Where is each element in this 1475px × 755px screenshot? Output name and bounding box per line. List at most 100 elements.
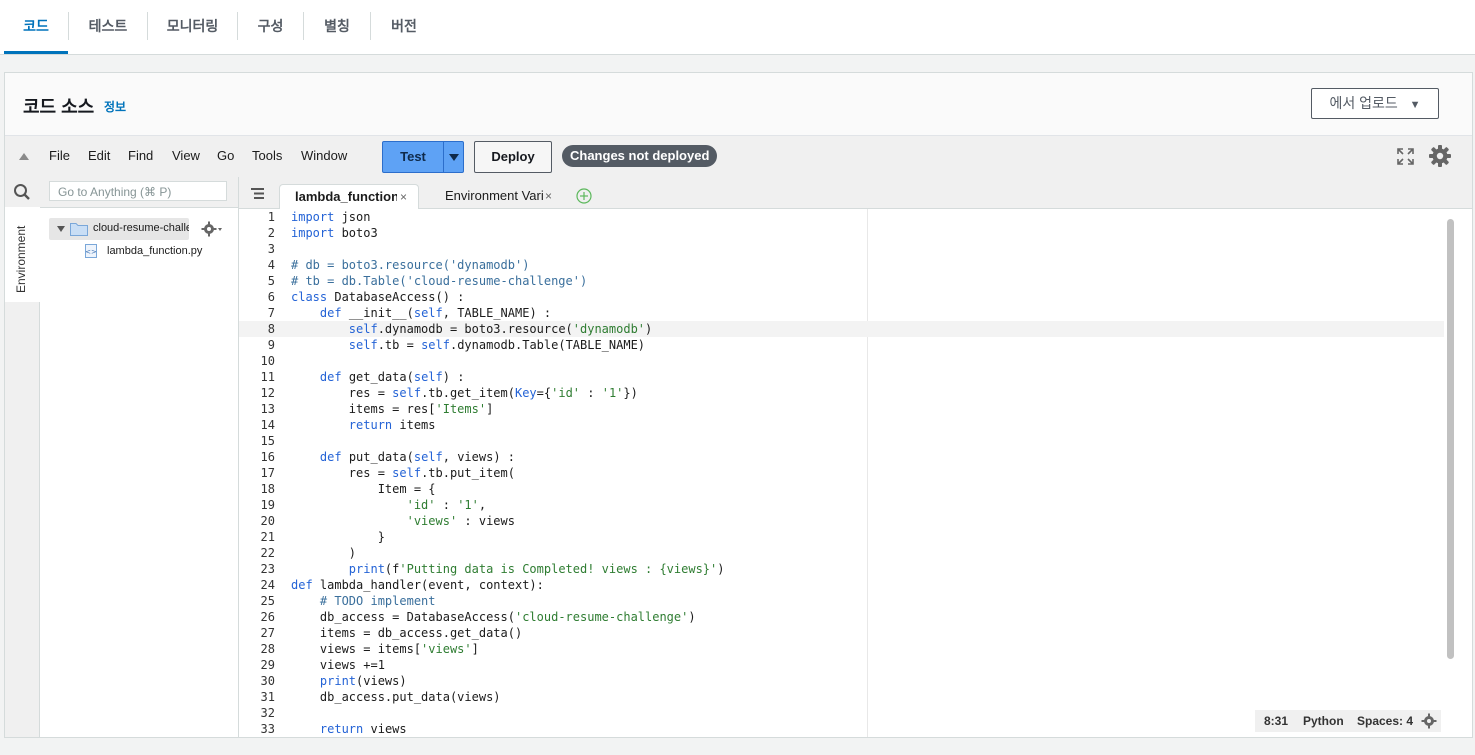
code-line[interactable]: 2 import boto3 — [239, 225, 1444, 241]
status-settings-gear-icon[interactable] — [1421, 713, 1437, 729]
code-line[interactable]: 27 items = db_access.get_data() — [239, 625, 1444, 641]
code-line[interactable]: 29 views +=1 — [239, 657, 1444, 673]
code-text: items = res['Items'] — [291, 402, 494, 416]
info-link[interactable]: 정보 — [104, 98, 126, 115]
menu-edit[interactable]: Edit — [88, 148, 110, 163]
close-icon[interactable]: × — [545, 184, 552, 208]
code-text: def put_data(self, views) : — [319, 450, 515, 464]
search-icon[interactable] — [13, 183, 31, 201]
code-line[interactable]: 25 # TODO implement — [239, 593, 1444, 609]
upload-from-button[interactable]: 에서 업로드 ▼ — [1311, 88, 1439, 119]
editor-tab[interactable]: Environment Vari × — [427, 184, 559, 208]
code-line[interactable]: 23 print(f'Putting data is Completed! vi… — [239, 561, 1444, 577]
tab-versions[interactable]: 버전 — [371, 0, 437, 52]
svg-text:<>: <> — [85, 248, 97, 256]
code-text: self.tb = self.dynamodb.Table(TABLE_NAME… — [348, 338, 646, 352]
folder-settings-gear-icon[interactable] — [201, 221, 223, 237]
code-text: print(views) — [319, 674, 407, 688]
tab-aliases[interactable]: 별칭 — [304, 0, 370, 52]
goto-row: Go to Anything (⌘ P) — [5, 177, 238, 208]
code-line[interactable]: 28 views = items['views'] — [239, 641, 1444, 657]
code-line[interactable]: 30 print(views) — [239, 673, 1444, 689]
code-text: class DatabaseAccess() : — [291, 290, 465, 304]
code-line[interactable]: 21 } — [239, 529, 1444, 545]
status-badge: Changes not deployed — [562, 145, 718, 167]
menu-go[interactable]: Go — [217, 148, 234, 163]
ide-toolbar: File Edit Find View Go Tools Window Test… — [5, 135, 1472, 178]
code-line[interactable]: 1 import json — [239, 209, 1444, 225]
code-line[interactable]: 8 self.dynamodb = boto3.resource('dynamo… — [239, 321, 1444, 337]
tab-code[interactable]: 코드 — [4, 0, 68, 54]
code-line[interactable]: 12 res = self.tb.get_item(Key={'id' : '1… — [239, 385, 1444, 401]
code-line[interactable]: 11 def get_data(self) : — [239, 369, 1444, 385]
code-line[interactable]: 9 self.tb = self.dynamodb.Table(TABLE_NA… — [239, 337, 1444, 353]
line-number: 21 — [260, 530, 275, 544]
line-number: 12 — [260, 386, 275, 400]
code-text: def lambda_handler(event, context): — [291, 578, 544, 592]
code-line[interactable]: 16 def put_data(self, views) : — [239, 449, 1444, 465]
code-text: def get_data(self) : — [319, 370, 465, 384]
code-text: db_access = DatabaseAccess('cloud-resume… — [291, 610, 696, 624]
code-line[interactable]: 10 — [239, 353, 1444, 369]
collapse-icon[interactable] — [18, 152, 30, 161]
list-icon[interactable] — [251, 188, 264, 199]
menu-view[interactable]: View — [172, 148, 200, 163]
panel-title: 코드 소스 — [23, 97, 95, 117]
code-line[interactable]: 19 'id' : '1', — [239, 497, 1444, 513]
close-icon[interactable]: × — [400, 185, 407, 209]
indent-setting[interactable]: Spaces: 4 — [1357, 714, 1413, 728]
line-number: 7 — [267, 306, 275, 320]
menu-file[interactable]: File — [49, 148, 70, 163]
environment-tab[interactable]: Environment — [5, 207, 40, 302]
menu-find[interactable]: Find — [128, 148, 153, 163]
folder-row[interactable]: cloud-resume-challe — [49, 218, 189, 240]
menu-tools[interactable]: Tools — [252, 148, 282, 163]
caret-down-icon[interactable] — [57, 226, 65, 232]
line-number: 1 — [267, 210, 275, 224]
editor-tab-active[interactable]: lambda_function × — [279, 184, 419, 209]
fullscreen-icon[interactable] — [1397, 148, 1414, 165]
line-number: 33 — [260, 722, 275, 736]
scrollbar[interactable] — [1447, 219, 1454, 659]
code-line[interactable]: 5 # tb = db.Table('cloud-resume-challenge… — [239, 273, 1444, 289]
menu-window[interactable]: Window — [301, 148, 347, 163]
code-text: 'id' : '1', — [406, 498, 487, 512]
code-area[interactable]: 1 import json 2 import boto3 3 4 # db = boto3.… — [239, 209, 1444, 737]
tab-configuration[interactable]: 구성 — [238, 0, 303, 52]
settings-gear-icon[interactable] — [1428, 144, 1452, 168]
code-line[interactable]: 14 return items — [239, 417, 1444, 433]
code-line[interactable]: 26 db_access = DatabaseAccess('cloud-res… — [239, 609, 1444, 625]
line-number: 13 — [260, 402, 275, 416]
tab-monitoring[interactable]: 모니터링 — [148, 0, 237, 52]
add-tab-icon[interactable] — [576, 188, 592, 204]
caret-down-icon: ▼ — [1409, 99, 1421, 111]
code-text: print(f'Putting data is Completed! views… — [348, 562, 725, 576]
line-number: 28 — [260, 642, 275, 656]
code-line[interactable]: 17 res = self.tb.put_item( — [239, 465, 1444, 481]
code-line[interactable]: 3 — [239, 241, 1444, 257]
tab-test[interactable]: 테스트 — [69, 0, 147, 52]
code-line[interactable]: 6 class DatabaseAccess() : — [239, 289, 1444, 305]
test-button[interactable]: Test — [382, 141, 464, 173]
code-line[interactable]: 13 items = res['Items'] — [239, 401, 1444, 417]
deploy-button[interactable]: Deploy — [474, 141, 552, 173]
code-line[interactable]: 18 Item = { — [239, 481, 1444, 497]
code-text: # TODO implement — [291, 594, 436, 608]
file-item[interactable]: lambda_function.py — [107, 245, 202, 257]
code-line[interactable]: 22 ) — [239, 545, 1444, 561]
code-line[interactable]: 4 # db = boto3.resource('dynamodb') — [239, 257, 1444, 273]
line-number: 19 — [260, 498, 275, 512]
code-line[interactable]: 15 — [239, 433, 1444, 449]
line-number: 22 — [260, 546, 275, 560]
code-line[interactable]: 7 def __init__(self, TABLE_NAME) : — [239, 305, 1444, 321]
test-dropdown[interactable] — [443, 142, 464, 172]
code-line[interactable]: 31 db_access.put_data(views) — [239, 689, 1444, 705]
upload-from-label: 에서 업로드 — [1329, 95, 1398, 111]
code-line[interactable]: 24 def lambda_handler(event, context): — [239, 577, 1444, 593]
code-text: def __init__(self, TABLE_NAME) : — [319, 306, 552, 320]
editor-tab-label: Environment Vari — [445, 188, 543, 203]
language-mode[interactable]: Python — [1303, 714, 1344, 728]
code-text: } — [291, 530, 385, 544]
code-line[interactable]: 20 'views' : views — [239, 513, 1444, 529]
goto-anything-input[interactable]: Go to Anything (⌘ P) — [49, 181, 227, 201]
